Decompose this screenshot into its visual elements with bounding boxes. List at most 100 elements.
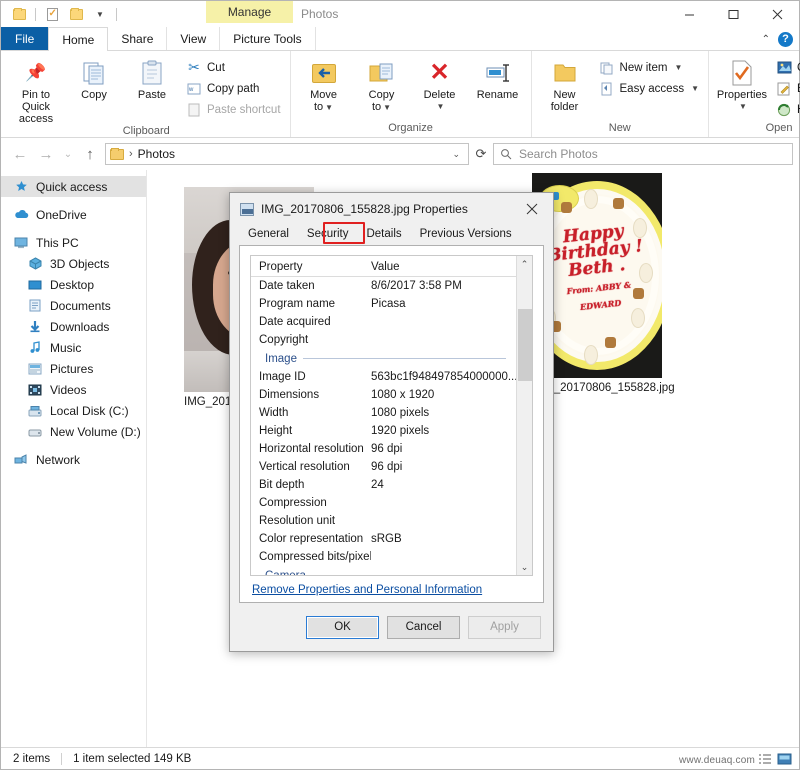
chevron-down-icon[interactable]: ▼ [437, 101, 445, 113]
sidebar-item-videos[interactable]: Videos [1, 379, 146, 400]
scrollbar-track[interactable] [517, 272, 533, 559]
paste-shortcut-button[interactable]: Paste shortcut [182, 99, 285, 120]
tab-picture-tools[interactable]: Picture Tools [220, 27, 316, 50]
delete-button[interactable]: ✕ Delete ▼ [412, 54, 468, 113]
table-row[interactable]: Compression [251, 494, 516, 512]
search-input[interactable]: Search Photos [519, 147, 598, 161]
pin-to-quick-access-button[interactable]: 📌 Pin to Quick access [8, 54, 64, 125]
large-icons-view-icon[interactable] [776, 751, 793, 767]
new-item-button[interactable]: New item ▼ [595, 57, 703, 78]
address-dropdown-icon[interactable]: ⌄ [452, 149, 464, 160]
tab-file[interactable]: File [1, 27, 49, 50]
table-row[interactable]: Image ID 563bc1f948497854000000... [251, 368, 516, 386]
pictures-icon [27, 361, 43, 377]
address-field[interactable]: › Photos ⌄ [105, 143, 469, 165]
qat-properties-icon[interactable] [42, 4, 62, 24]
dialog-buttons: OK Cancel Apply [230, 603, 553, 651]
copy-path-icon: w [186, 81, 202, 97]
breadcrumb-photos[interactable]: Photos [138, 147, 175, 161]
cut-button[interactable]: ✂ Cut [182, 57, 285, 78]
scrollbar-thumb[interactable] [517, 309, 532, 382]
history-button[interactable]: History [772, 99, 800, 120]
tab-home[interactable]: Home [48, 27, 109, 51]
easy-access-button[interactable]: Easy access ▼ [595, 78, 703, 99]
cancel-button[interactable]: Cancel [387, 615, 460, 639]
close-icon[interactable] [755, 1, 799, 27]
table-row[interactable]: Bit depth 24 [251, 476, 516, 494]
sidebar-item-label: Music [50, 340, 82, 355]
table-row[interactable]: Date taken 8/6/2017 3:58 PM [251, 277, 516, 295]
maximize-icon[interactable] [711, 1, 755, 27]
edit-button[interactable]: Edit [772, 78, 800, 99]
rename-button[interactable]: Rename [470, 54, 526, 101]
copy-path-button[interactable]: w Copy path [182, 78, 285, 99]
table-row[interactable]: Height 1920 pixels [251, 422, 516, 440]
sidebar-item-onedrive[interactable]: OneDrive [1, 204, 146, 225]
chevron-down-icon[interactable]: ▼ [674, 63, 682, 72]
sidebar-item-network[interactable]: Network [1, 449, 146, 470]
table-row[interactable]: Program name Picasa [251, 295, 516, 313]
sidebar-item-pictures[interactable]: Pictures [1, 358, 146, 379]
tab-previous-versions[interactable]: Previous Versions [411, 225, 521, 245]
properties-button[interactable]: Properties ▼ [714, 54, 770, 113]
properties-scrollbar[interactable]: ⌃ ⌄ [516, 256, 532, 575]
table-row[interactable]: Compressed bits/pixel [251, 548, 516, 566]
forward-arrow-icon[interactable]: → [33, 142, 59, 166]
sidebar-item-new-volume-d[interactable]: New Volume (D:) [1, 421, 146, 442]
table-row[interactable]: Date acquired [251, 313, 516, 331]
title-bar: ▼ Manage Photos [1, 1, 799, 27]
copy-button[interactable]: Copy [66, 54, 122, 101]
sidebar-item-quick-access[interactable]: Quick access [1, 176, 146, 197]
table-row[interactable]: Copyright [251, 331, 516, 349]
sidebar-item-desktop[interactable]: Desktop [1, 274, 146, 295]
table-row[interactable]: Resolution unit [251, 512, 516, 530]
chevron-down-icon[interactable]: ▼ [739, 101, 747, 113]
move-to-icon [311, 57, 336, 89]
close-icon[interactable] [511, 194, 553, 225]
move-to-button[interactable]: Move to ▼ [296, 54, 352, 114]
help-icon[interactable]: ? [778, 31, 793, 47]
qat-folder-icon[interactable] [9, 4, 29, 24]
ok-button[interactable]: OK [306, 615, 379, 639]
refresh-icon[interactable]: ⟳ [469, 142, 493, 166]
tab-share[interactable]: Share [108, 27, 168, 50]
tab-security[interactable]: Security [298, 225, 358, 245]
open-button[interactable]: Open ▼ [772, 57, 800, 78]
new-folder-button[interactable]: New folder [537, 54, 593, 113]
back-arrow-icon[interactable]: ← [7, 142, 33, 166]
chevron-down-icon[interactable]: ▼ [691, 84, 699, 93]
qat-customize-caret-icon[interactable]: ▼ [90, 4, 110, 24]
sidebar-item-documents[interactable]: Documents [1, 295, 146, 316]
details-view-icon[interactable] [756, 751, 773, 767]
scroll-down-icon[interactable]: ⌄ [517, 559, 533, 575]
scroll-up-icon[interactable]: ⌃ [517, 256, 533, 272]
apply-button[interactable]: Apply [468, 615, 541, 639]
table-row[interactable]: Width 1080 pixels [251, 404, 516, 422]
tab-view[interactable]: View [167, 27, 221, 50]
sidebar-item-local-disk-c[interactable]: Local Disk (C:) [1, 400, 146, 421]
minimize-icon[interactable] [667, 1, 711, 27]
copy-to-button[interactable]: Copy to ▼ [354, 54, 410, 114]
svg-text:w: w [188, 87, 194, 93]
sidebar-item-music[interactable]: Music [1, 337, 146, 358]
paste-button[interactable]: Paste [124, 54, 180, 101]
tab-general[interactable]: General [239, 225, 298, 245]
remove-properties-link[interactable]: Remove Properties and Personal Informati… [252, 584, 482, 596]
qat-new-folder-icon[interactable] [66, 4, 86, 24]
properties-table[interactable]: Property Value Date taken 8/6/2017 3:58 P… [250, 255, 533, 576]
image-file-icon [240, 202, 254, 216]
view-buttons [756, 748, 793, 770]
tab-details[interactable]: Details [357, 225, 411, 245]
search-box[interactable]: Search Photos [493, 143, 793, 165]
sidebar-item-this-pc[interactable]: This PC [1, 232, 146, 253]
property-value: sRGB [371, 533, 402, 545]
sidebar-item-downloads[interactable]: Downloads [1, 316, 146, 337]
sidebar-item-3d-objects[interactable]: 3D Objects [1, 253, 146, 274]
recent-locations-icon[interactable]: ⌄ [59, 142, 77, 166]
table-row[interactable]: Vertical resolution 96 dpi [251, 458, 516, 476]
table-row[interactable]: Dimensions 1080 x 1920 [251, 386, 516, 404]
collapse-ribbon-icon[interactable]: ⌃ [762, 34, 770, 45]
up-arrow-icon[interactable]: ↑ [77, 142, 103, 166]
table-row[interactable]: Horizontal resolution 96 dpi [251, 440, 516, 458]
table-row[interactable]: Color representation sRGB [251, 530, 516, 548]
